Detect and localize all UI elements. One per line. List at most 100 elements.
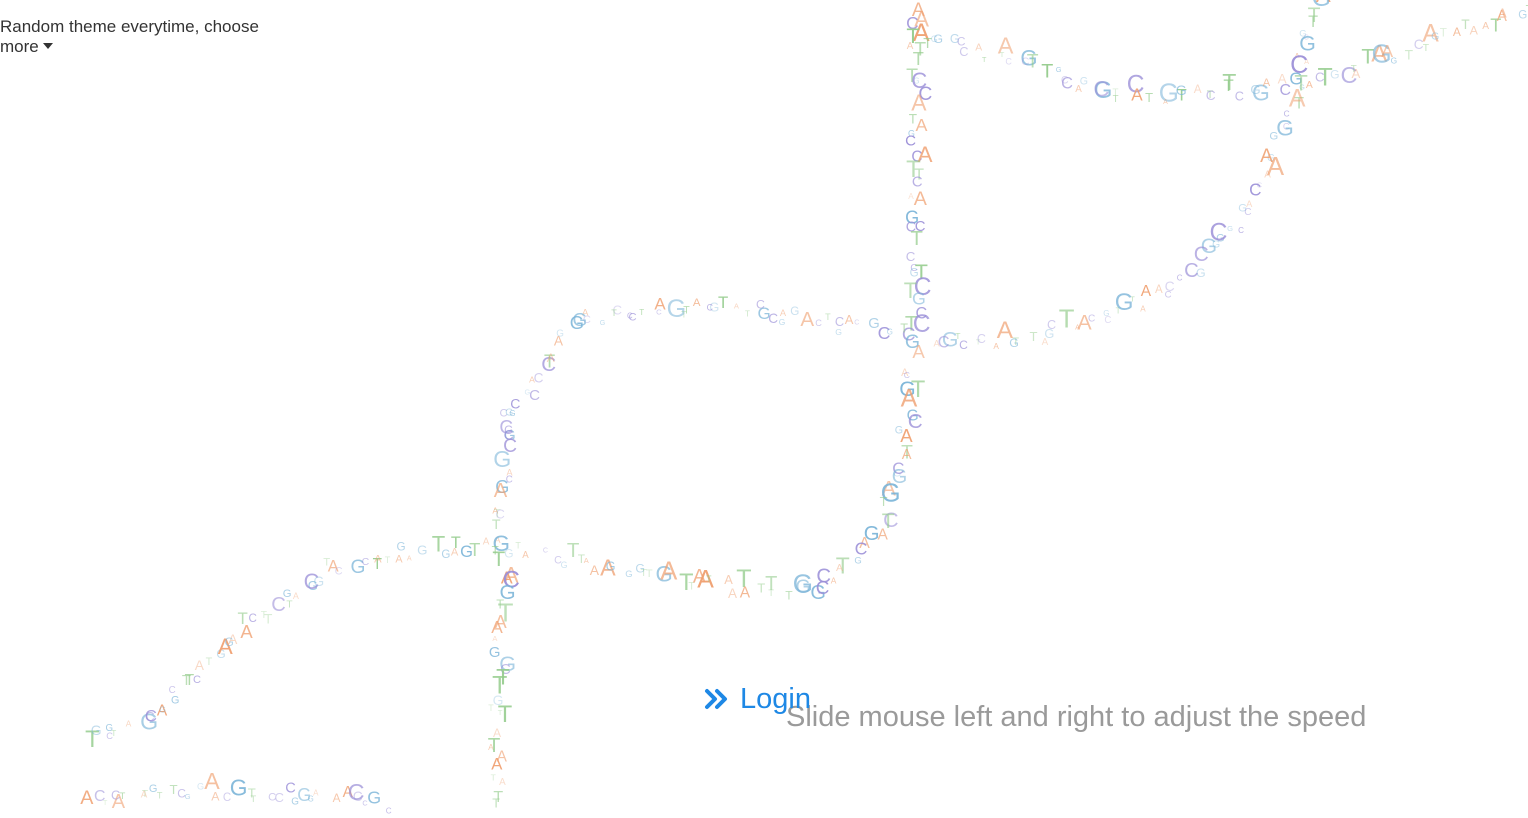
dna-letter: A: [211, 790, 220, 804]
dna-letter: C: [335, 566, 343, 578]
dna-letter: A: [1470, 24, 1479, 38]
theme-menu-more[interactable]: more: [0, 37, 39, 56]
login-link[interactable]: Login: [704, 681, 811, 717]
dna-letter: A: [693, 297, 701, 309]
dna-letter: T: [206, 656, 213, 668]
dna-letter: C: [1177, 273, 1183, 282]
dna-letter: C: [249, 612, 257, 625]
dna-letter: G: [504, 546, 513, 560]
dna-letter: A: [313, 789, 319, 798]
dna-letter: C: [1061, 75, 1073, 93]
dna-letter: A: [1482, 21, 1489, 32]
dna-letter: A: [1131, 85, 1143, 104]
dna-letter: A: [845, 312, 854, 327]
dna-letter: T: [111, 729, 116, 738]
dna-letter: A: [195, 658, 205, 673]
dna-letter: G: [1227, 224, 1233, 233]
dna-letter: A: [1278, 72, 1288, 87]
dna-letter: A: [494, 480, 508, 502]
dna-letter: T: [1027, 52, 1039, 73]
dna-letter: C: [285, 781, 296, 797]
dna-letter: G: [1103, 309, 1109, 318]
dna-letter: A: [395, 553, 403, 565]
dna-letter: G: [1250, 82, 1260, 97]
dna-letter: C: [1184, 260, 1199, 282]
dna-letter: C: [1165, 290, 1172, 301]
dna-letter: T: [491, 772, 496, 782]
dna-letter: T: [611, 308, 617, 318]
dna-letter: G: [159, 705, 166, 715]
dna-letter: T: [646, 568, 653, 580]
dna-letter: A: [1352, 66, 1361, 81]
dna-letter: G: [933, 32, 943, 46]
dna-letter: T: [469, 539, 480, 560]
dna-letter: A: [522, 550, 529, 561]
dna-letter: A: [993, 341, 999, 351]
dna-letter: G: [1056, 65, 1062, 74]
dna-letter: G: [573, 310, 588, 331]
double-chevron-right-icon: [705, 689, 727, 709]
dna-letter: A: [1141, 283, 1152, 300]
dna-letter: C: [1244, 207, 1251, 218]
dna-letter: C: [768, 311, 778, 326]
dna-letter: A: [1264, 170, 1271, 181]
dna-letter: C: [905, 132, 916, 149]
dna-letter: A: [734, 301, 740, 310]
dna-letter: A: [1263, 77, 1271, 89]
dna-letter: G: [779, 317, 786, 327]
dna-letter: G: [230, 774, 248, 800]
dna-letter: T: [492, 545, 499, 558]
dna-letter: C: [1206, 88, 1216, 103]
dna-letter: A: [483, 537, 490, 548]
dna-letter: A: [1453, 25, 1461, 39]
dna-letter: G: [367, 787, 381, 807]
dna-letter: A: [934, 338, 941, 349]
dna-letter: G: [606, 559, 616, 573]
dna-letter: A: [800, 308, 814, 331]
dna-letter: A: [141, 790, 148, 801]
dna-letter: A: [1140, 304, 1146, 313]
dna-letter: A: [293, 591, 299, 601]
dna-letter: C: [1005, 57, 1012, 67]
dna-letter: A: [724, 572, 733, 587]
dna-letter: T: [718, 293, 728, 312]
dna-letter: A: [997, 317, 1014, 344]
dna-letter: G: [171, 695, 179, 707]
dna-letter: A: [1497, 8, 1508, 25]
dna-letter: A: [1289, 84, 1306, 112]
dna-letter: A: [780, 308, 787, 318]
dna-letter: G: [1115, 289, 1134, 316]
dna-letter: A: [590, 562, 600, 578]
dna-letter: T: [120, 791, 126, 802]
dna-letter: A: [1155, 284, 1163, 296]
dna-letter: A: [407, 554, 412, 562]
dna-letter: C: [145, 709, 155, 724]
dna-letter: A: [912, 341, 925, 362]
dna-letter: C: [193, 674, 201, 686]
dna-letter: C: [362, 556, 370, 568]
dna-letter: T: [498, 702, 512, 728]
dna-letter: C: [1249, 181, 1261, 200]
dna-letter: A: [584, 556, 589, 565]
page: ACAAATTTGCCATAGCCATTCAAGCCTCCTGCTGCTCCGA…: [0, 0, 1528, 818]
dna-letter: T: [900, 322, 908, 336]
dna-letter: A: [654, 295, 666, 314]
dna-letter: C: [1238, 226, 1244, 235]
dna-letter: T: [488, 703, 494, 713]
dna-letter: A: [975, 43, 982, 54]
dna-letter: G: [1431, 31, 1439, 43]
dna-letter: G: [625, 568, 632, 579]
dna-letter: C: [707, 303, 714, 313]
dna-letter: G: [600, 319, 606, 327]
dna-letter: G: [91, 722, 102, 738]
dna-letter: T: [1041, 61, 1053, 83]
theme-menu[interactable]: Random theme everytime, choose more: [0, 17, 290, 57]
dna-letter: G: [397, 541, 406, 554]
dna-letter: C: [543, 546, 548, 554]
dna-letter: T: [639, 308, 644, 317]
dna-letter: G: [1269, 131, 1278, 143]
dna-letter: G: [854, 556, 861, 567]
dna-letter: A: [80, 787, 94, 809]
dna-letter: G: [1176, 82, 1187, 98]
dna-letter: A: [1042, 337, 1049, 348]
